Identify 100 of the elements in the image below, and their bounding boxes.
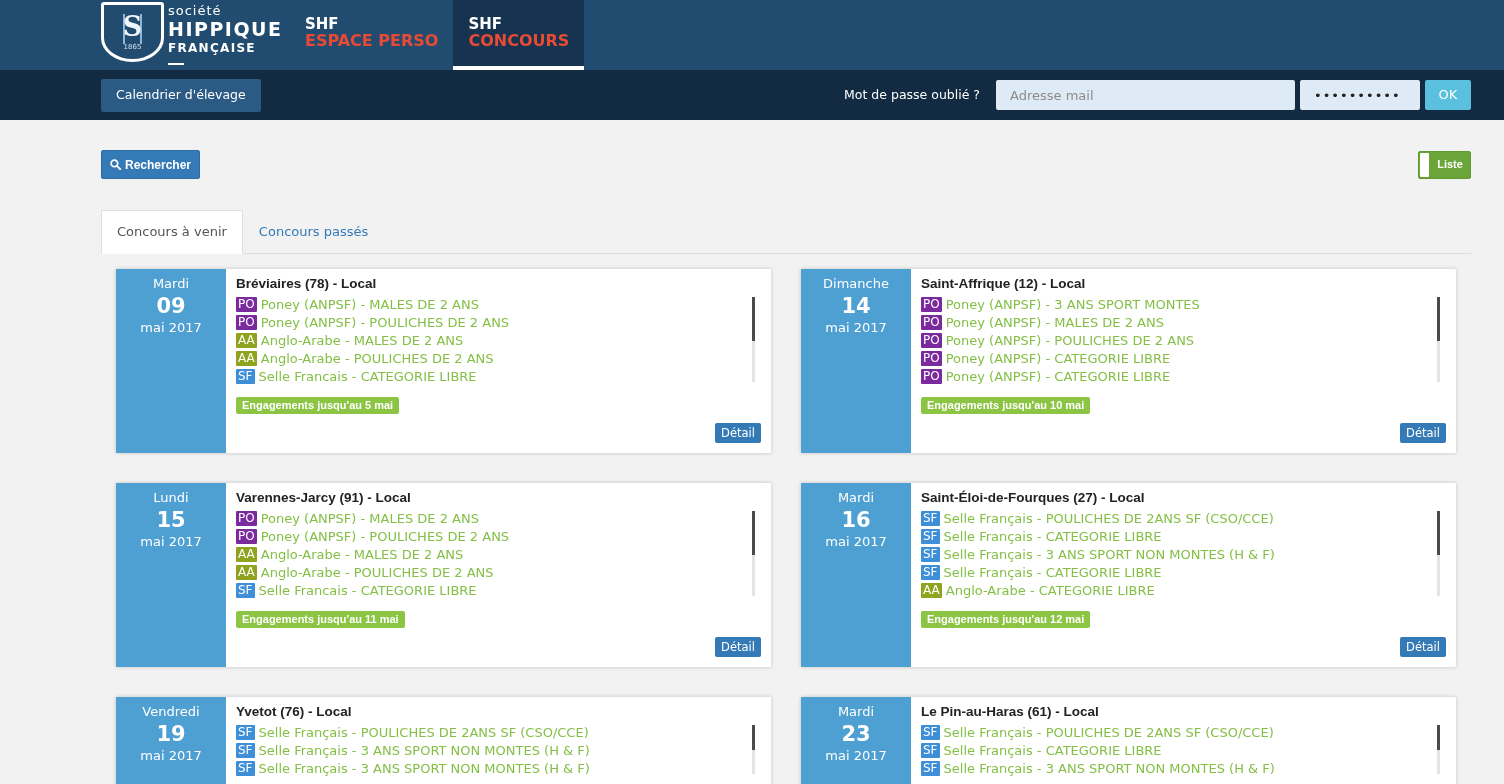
category-tag: PO bbox=[921, 297, 942, 312]
month-year-text: mai 2017 bbox=[139, 746, 203, 765]
tab[interactable]: Concours à venir bbox=[101, 210, 243, 254]
class-link[interactable]: Poney (ANPSF) - POULICHES DE 2 ANS bbox=[945, 330, 1195, 351]
detail-button[interactable]: Détail bbox=[1400, 422, 1446, 443]
nav-link[interactable]: SHF CONCOURS bbox=[453, 0, 585, 70]
class-link[interactable]: Poney (ANPSF) - CATEGORIE LIBRE bbox=[945, 348, 1171, 369]
weekday-text: Dimanche bbox=[822, 274, 890, 293]
class-link[interactable]: Selle Français - POULICHES DE 2ANS SF (CSO/CCE) bbox=[258, 722, 589, 743]
class-link[interactable]: Poney (ANPSF) - POULICHES DE 2 ANS bbox=[260, 526, 510, 547]
category-tag: SF bbox=[236, 761, 255, 776]
logo-monogram: S bbox=[122, 13, 143, 41]
password-field[interactable]: •••••••••• bbox=[1300, 80, 1420, 110]
logo-text: société bbox=[168, 4, 223, 17]
class-link[interactable]: Anglo-Arabe - MALES DE 2 ANS bbox=[260, 330, 464, 351]
class-link[interactable]: Anglo-Arabe - POULICHES DE 2 ANS bbox=[260, 348, 494, 369]
category-tag: AA bbox=[236, 565, 257, 580]
class-link[interactable]: Poney (ANPSF) - MALES DE 2 ANS bbox=[260, 294, 479, 315]
calendar-button[interactable]: Calendrier d'élevage bbox=[101, 78, 261, 112]
ok-button[interactable]: OK bbox=[1425, 80, 1471, 110]
category-tag: AA bbox=[236, 547, 257, 562]
search-icon bbox=[110, 159, 121, 170]
class-link[interactable]: Anglo-Arabe - POULICHES DE 2 ANS bbox=[260, 562, 494, 583]
weekday-text: Lundi bbox=[152, 488, 190, 507]
category-tag: SF bbox=[236, 369, 255, 384]
category-tag: PO bbox=[236, 511, 257, 526]
deadline-badge: Engagements jusqu'au 10 mai bbox=[921, 396, 1091, 414]
month-year-text: mai 2017 bbox=[139, 532, 203, 551]
class-link[interactable]: Selle Français - POULICHES DE 2ANS SF (CSO/CCE) bbox=[943, 722, 1274, 743]
deadline-badge: Engagements jusqu'au 11 mai bbox=[236, 610, 405, 628]
weekday-text: Vendredi bbox=[141, 702, 201, 721]
category-tag: SF bbox=[921, 511, 940, 526]
class-link[interactable]: Selle Français - CATEGORIE LIBRE bbox=[943, 740, 1162, 761]
day-number: 09 bbox=[155, 292, 187, 319]
class-link[interactable]: Poney (ANPSF) - POULICHES DE 2 ANS bbox=[260, 312, 510, 333]
category-tag: PO bbox=[236, 529, 257, 544]
deadline-badge: Engagements jusqu'au 12 mai bbox=[921, 610, 1091, 628]
class-link[interactable]: Selle Français - CATEGORIE LIBRE bbox=[943, 526, 1162, 547]
class-link[interactable]: Selle Francais - CATEGORIE LIBRE bbox=[258, 366, 477, 387]
scrollbar-thumb[interactable] bbox=[1437, 296, 1440, 341]
month-year-text: mai 2017 bbox=[824, 318, 888, 337]
day-number: 19 bbox=[155, 720, 187, 747]
category-tag: SF bbox=[921, 725, 940, 740]
category-tag: SF bbox=[236, 583, 255, 598]
category-tag: PO bbox=[921, 333, 942, 348]
event-title: Bréviaires (78) - Local bbox=[236, 274, 377, 293]
view-toggle[interactable]: Liste bbox=[1418, 150, 1471, 179]
email-field[interactable]: Adresse mail bbox=[996, 80, 1295, 110]
day-number: 23 bbox=[840, 720, 872, 747]
category-tag: SF bbox=[921, 547, 940, 562]
category-tag: AA bbox=[236, 351, 257, 366]
event-title: Saint-Affrique (12) - Local bbox=[921, 274, 1086, 293]
category-tag: SF bbox=[921, 743, 940, 758]
class-link[interactable]: Selle Francais - CATEGORIE LIBRE bbox=[258, 580, 477, 601]
category-tag: SF bbox=[921, 761, 940, 776]
deadline-badge: Engagements jusqu'au 5 mai bbox=[236, 396, 400, 414]
category-tag: PO bbox=[921, 369, 942, 384]
weekday-text: Mardi bbox=[836, 488, 876, 507]
category-tag: AA bbox=[921, 583, 942, 598]
day-number: 16 bbox=[840, 506, 872, 533]
logo-text: FRANÇAISE bbox=[168, 42, 257, 54]
event-title: Saint-Éloi-de-Fourques (27) - Local bbox=[921, 488, 1145, 507]
category-tag: AA bbox=[236, 333, 257, 348]
event-title: Varennes-Jarcy (91) - Local bbox=[236, 488, 411, 507]
class-link[interactable]: Anglo-Arabe - CATEGORIE LIBRE bbox=[945, 580, 1155, 601]
weekday-text: Mardi bbox=[151, 274, 191, 293]
nav-link[interactable]: SHF ESPACE PERSO bbox=[290, 0, 454, 70]
toggle-handle[interactable] bbox=[1420, 152, 1429, 177]
category-tag: PO bbox=[921, 315, 942, 330]
class-link[interactable]: Selle Français - POULICHES DE 2ANS SF (CSO/CCE) bbox=[943, 508, 1274, 529]
event-title: Le Pin-au-Haras (61) - Local bbox=[921, 702, 1099, 721]
category-tag: PO bbox=[921, 351, 942, 366]
category-tag: SF bbox=[236, 725, 255, 740]
scrollbar-thumb[interactable] bbox=[752, 510, 755, 555]
search-button[interactable]: Rechercher bbox=[101, 150, 201, 179]
class-link[interactable]: Selle Français - 3 ANS SPORT NON MONTES (H & F) bbox=[258, 758, 590, 779]
class-link[interactable]: Selle Français - 3 ANS SPORT NON MONTES (H & F) bbox=[258, 740, 590, 761]
tab[interactable]: Concours passés bbox=[242, 210, 385, 254]
category-tag: PO bbox=[236, 315, 257, 330]
class-link[interactable]: Poney (ANPSF) - 3 ANS SPORT MONTES bbox=[945, 294, 1200, 315]
category-tag: PO bbox=[236, 297, 257, 312]
detail-button[interactable]: Détail bbox=[715, 422, 761, 443]
detail-button[interactable]: Détail bbox=[715, 636, 761, 657]
class-link[interactable]: Selle Français - 3 ANS SPORT NON MONTES (H & F) bbox=[943, 758, 1275, 779]
class-link[interactable]: Poney (ANPSF) - MALES DE 2 ANS bbox=[945, 312, 1164, 333]
class-link[interactable]: Anglo-Arabe - MALES DE 2 ANS bbox=[260, 544, 464, 565]
scrollbar-thumb[interactable] bbox=[1437, 510, 1440, 555]
class-link[interactable]: Selle Français - CATEGORIE LIBRE bbox=[943, 562, 1162, 583]
scrollbar-thumb[interactable] bbox=[752, 724, 755, 750]
month-year-text: mai 2017 bbox=[824, 532, 888, 551]
class-link[interactable]: Poney (ANPSF) - CATEGORIE LIBRE bbox=[945, 366, 1171, 387]
event-title: Yvetot (76) - Local bbox=[236, 702, 352, 721]
scrollbar-thumb[interactable] bbox=[752, 296, 755, 341]
class-link[interactable]: Poney (ANPSF) - MALES DE 2 ANS bbox=[260, 508, 479, 529]
detail-button[interactable]: Détail bbox=[1400, 636, 1446, 657]
class-link[interactable]: Selle Français - 3 ANS SPORT NON MONTES (H & F) bbox=[943, 544, 1275, 565]
day-number: 15 bbox=[155, 506, 187, 533]
scrollbar-thumb[interactable] bbox=[1437, 724, 1440, 750]
forgot-password-link[interactable]: Mot de passe oublié ? bbox=[844, 85, 980, 105]
month-year-text: mai 2017 bbox=[139, 318, 203, 337]
